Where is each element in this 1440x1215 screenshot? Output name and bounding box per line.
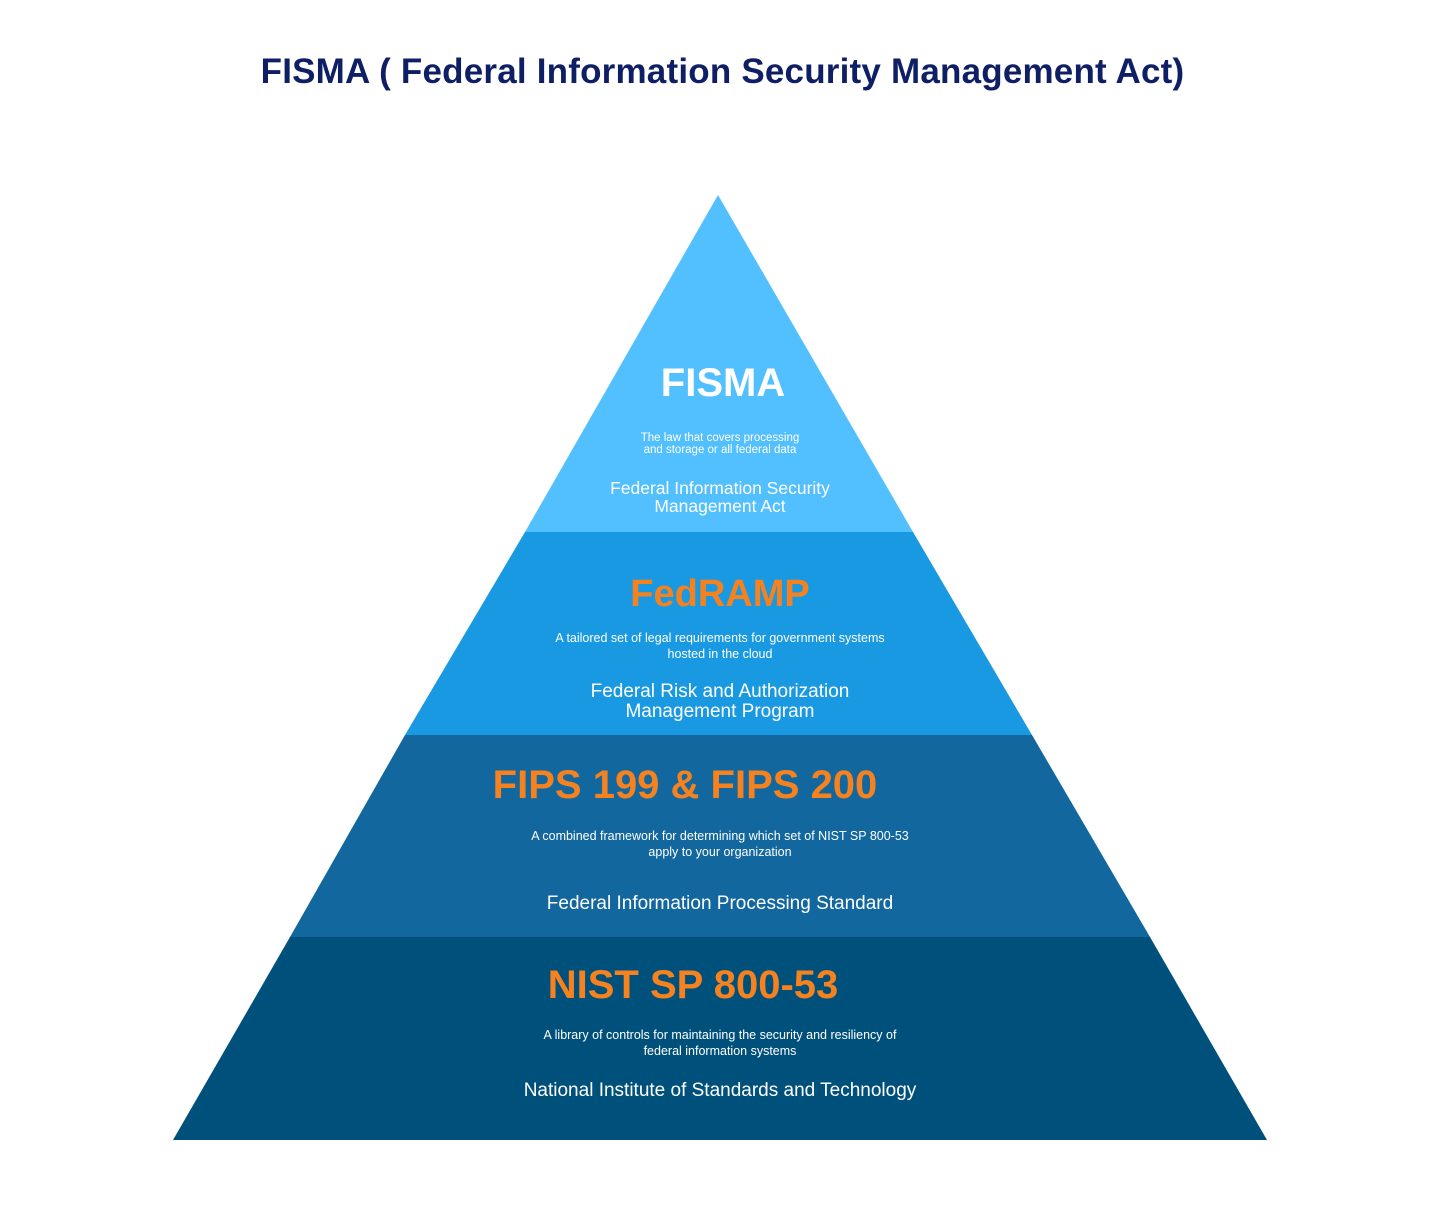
tier-subtitle: National Institute of Standards and Tech…	[523, 1080, 917, 1101]
tier-heading: FISMA	[660, 361, 786, 405]
tier-heading: NIST SP 800-53	[547, 963, 839, 1007]
tier-heading: FIPS 199 & FIPS 200	[492, 763, 878, 807]
tier-description: A tailored set of legal requirements for…	[555, 631, 885, 661]
tier-heading: FedRAMP	[630, 573, 810, 615]
tier-subtitle: Federal Risk and Authorization Managemen…	[590, 681, 850, 722]
tier-description: The law that covers processing and stora…	[640, 432, 800, 456]
tier-subtitle: Federal Information Security Management …	[610, 478, 830, 516]
tier-subtitle: Federal Information Processing Standard	[546, 893, 894, 914]
tier-description: A library of controls for maintaining th…	[543, 1028, 897, 1058]
tier-description: A combined framework for determining whi…	[531, 829, 909, 859]
